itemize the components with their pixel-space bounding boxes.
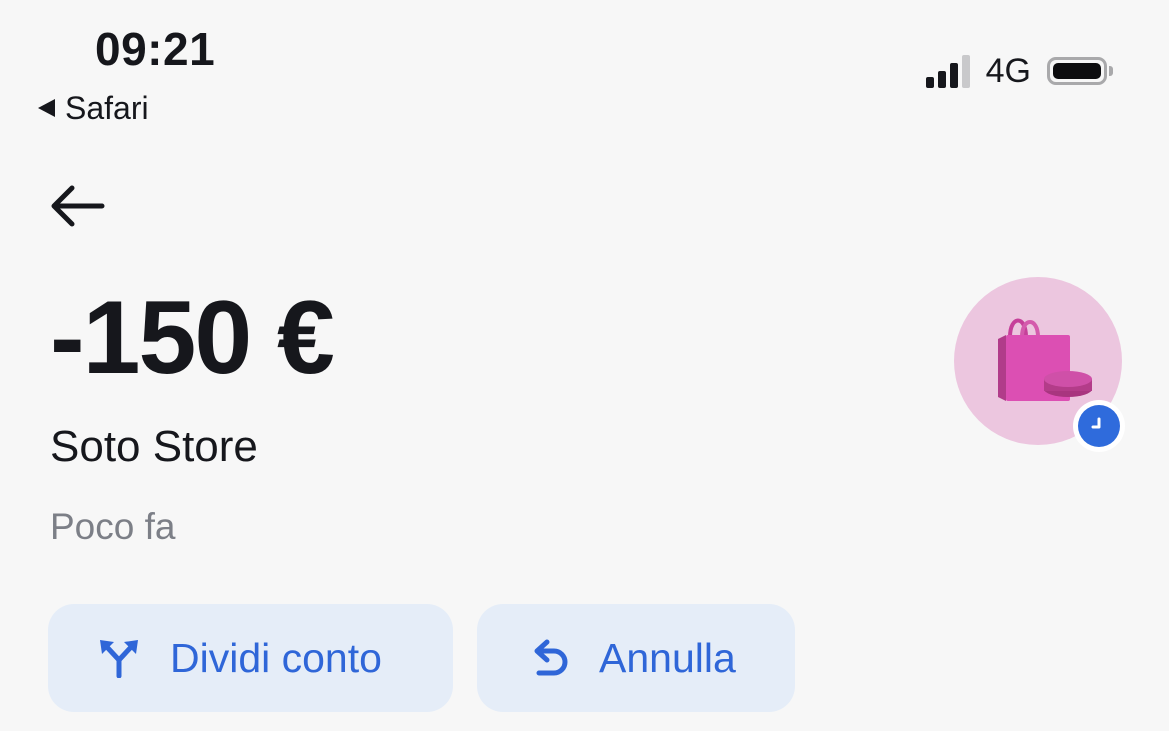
split-bill-button[interactable]: Dividi conto [48,604,453,712]
status-indicators: 4G [925,52,1113,90]
shopping-bag-icon [998,318,1092,401]
merchant-name: Soto Store [50,422,258,471]
back-app-label: Safari [65,90,149,126]
network-type: 4G [985,52,1031,90]
split-arrows-icon [100,640,138,678]
status-time: 09:21 [95,23,216,75]
signal-strength-icon [925,54,970,88]
battery-icon [1047,57,1113,85]
undo-label: Annulla [599,634,736,681]
undo-button[interactable]: Annulla [477,604,795,712]
split-bill-label: Dividi conto [170,634,382,681]
transaction-time: Poco fa [50,506,176,547]
undo-arrow-icon [534,639,568,676]
transaction-amount: -150 € [50,280,335,396]
clock-icon [1091,417,1101,429]
back-to-safari[interactable]: Safari [38,92,149,124]
back-triangle-icon [38,99,55,117]
back-arrow-icon[interactable] [46,180,108,232]
pending-status-badge [1073,400,1125,452]
